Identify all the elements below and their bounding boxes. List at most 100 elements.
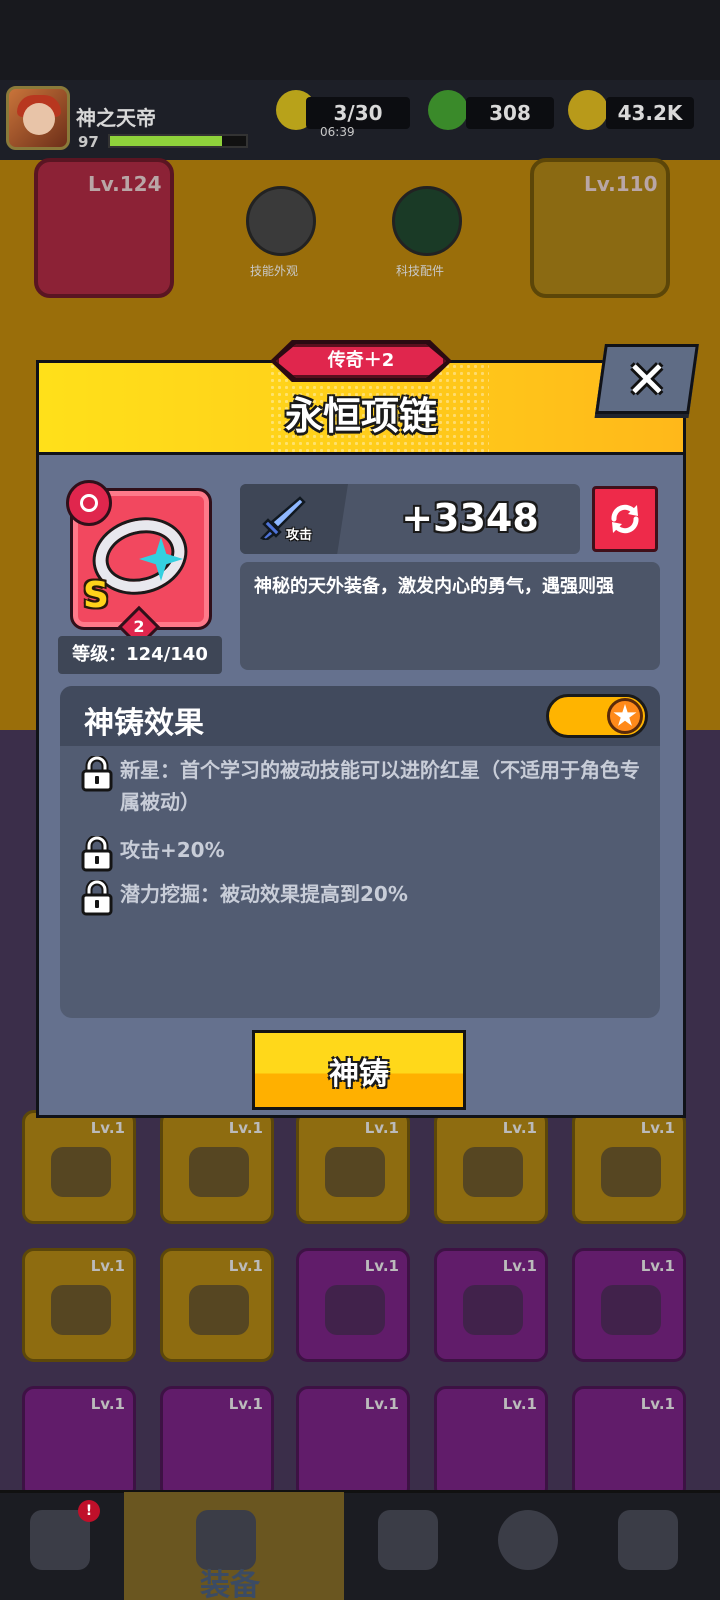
item-description: 神秘的天外装备，激发内心的勇气，遇强则强 bbox=[254, 576, 614, 597]
star-ball-icon bbox=[498, 1510, 558, 1570]
item-art bbox=[601, 1147, 661, 1197]
inventory-item[interactable]: Lv.1 bbox=[434, 1248, 548, 1362]
item-level: Lv.1 bbox=[228, 1395, 263, 1413]
forge-button-label: 神铸 bbox=[329, 1057, 389, 1092]
forge-toggle[interactable] bbox=[546, 694, 648, 738]
inventory-item[interactable]: Lv.1 bbox=[22, 1110, 136, 1224]
close-button[interactable]: ✕ bbox=[595, 344, 699, 414]
forge-effect-item: 新星：首个学习的被动技能可以进阶红星（不适用于角色专属被动） bbox=[80, 754, 640, 824]
close-icon: ✕ bbox=[625, 351, 668, 409]
refresh-icon bbox=[611, 504, 639, 534]
inventory-item[interactable]: Lv.1 bbox=[160, 1248, 274, 1362]
forge-effect-text: 新星：首个学习的被动技能可以进阶红星（不适用于角色专属被动） bbox=[120, 758, 640, 814]
stat-box: 攻击 +3348 bbox=[240, 484, 580, 554]
inventory-item[interactable]: Lv.1 bbox=[22, 1248, 136, 1362]
forge-panel-title: 神铸效果 bbox=[84, 706, 204, 741]
description-box: 神秘的天外装备，激发内心的勇气，遇强则强 bbox=[240, 562, 660, 670]
item-level: Lv.1 bbox=[640, 1395, 675, 1413]
item-level: Lv.1 bbox=[502, 1119, 537, 1137]
item-art bbox=[189, 1147, 249, 1197]
item-art bbox=[325, 1285, 385, 1335]
inventory-item[interactable]: Lv.1 bbox=[572, 1248, 686, 1362]
forge-effects-panel: 神铸效果 新星：首个学习的被动技能可以进阶红星（不适用于角色专属被动） 攻击+2… bbox=[60, 686, 660, 1018]
nav-shop[interactable] bbox=[2, 1492, 118, 1600]
lock-icon bbox=[81, 880, 113, 916]
status-bar-area bbox=[0, 0, 720, 80]
forge-effect-item: 攻击+20% bbox=[80, 834, 640, 872]
item-level: Lv.1 bbox=[502, 1257, 537, 1275]
nav-talent[interactable] bbox=[470, 1492, 586, 1600]
avatar-face bbox=[23, 103, 55, 135]
inventory-item[interactable]: Lv.1 bbox=[572, 1110, 686, 1224]
item-level: Lv.1 bbox=[90, 1395, 125, 1413]
item-grade: S bbox=[83, 575, 109, 616]
energy-timer: 06:39 bbox=[320, 125, 355, 139]
dna-icon bbox=[618, 1510, 678, 1570]
item-level: Lv.1 bbox=[364, 1257, 399, 1275]
nav-heroes[interactable] bbox=[350, 1492, 466, 1600]
stat-value: +3348 bbox=[401, 496, 539, 540]
star-icon bbox=[613, 704, 637, 726]
toggle-knob bbox=[607, 698, 643, 734]
crossed-swords-icon bbox=[378, 1510, 438, 1570]
item-level: Lv.1 bbox=[228, 1119, 263, 1137]
game-screen: 神之天帝 97 3/30 06:39 308 43.2K Lv.124 Lv.1… bbox=[0, 0, 720, 1600]
nav-shop-badge: ! bbox=[78, 1500, 100, 1522]
dialog-title: 永恒项链 bbox=[284, 394, 437, 438]
inventory-item[interactable]: Lv.1 bbox=[160, 1110, 274, 1224]
forge-button[interactable]: 神铸 bbox=[252, 1030, 466, 1110]
player-level: 97 bbox=[78, 133, 99, 151]
inventory-item[interactable]: Lv.1 bbox=[434, 1110, 548, 1224]
inventory-item[interactable]: Lv.1 bbox=[296, 1386, 410, 1500]
item-level: Lv.1 bbox=[640, 1119, 675, 1137]
coin-icon[interactable] bbox=[568, 90, 608, 130]
coin-count: 43.2K bbox=[606, 97, 694, 129]
inventory-item[interactable]: Lv.1 bbox=[434, 1386, 548, 1500]
nav-equipment-label: 装备 bbox=[200, 1568, 260, 1600]
inventory-item[interactable]: Lv.1 bbox=[22, 1386, 136, 1500]
item-art bbox=[325, 1147, 385, 1197]
necklace-slot-icon bbox=[66, 480, 112, 526]
item-level: Lv.1 bbox=[364, 1395, 399, 1413]
xp-bar-fill bbox=[110, 136, 222, 146]
inventory-item[interactable]: Lv.1 bbox=[296, 1110, 410, 1224]
lock-icon bbox=[81, 756, 113, 792]
tech-parts-icon[interactable] bbox=[392, 186, 462, 256]
gem-count: 308 bbox=[466, 97, 554, 129]
player-avatar[interactable] bbox=[6, 86, 70, 150]
item-level: Lv.1 bbox=[90, 1257, 125, 1275]
gem-icon[interactable] bbox=[428, 90, 468, 130]
item-level: Lv.1 bbox=[640, 1257, 675, 1275]
forge-effect-text: 攻击+20% bbox=[120, 838, 225, 862]
item-art bbox=[51, 1147, 111, 1197]
slot-ring bbox=[80, 494, 98, 512]
nav-evolve[interactable] bbox=[590, 1492, 706, 1600]
forge-effect-item: 潜力挖掘：被动效果提高到20% bbox=[80, 878, 640, 916]
stat-label: 攻击 bbox=[286, 528, 313, 543]
item-level: 等级：124/140 bbox=[58, 636, 222, 674]
slot-level: Lv.110 bbox=[584, 172, 658, 196]
xp-bar bbox=[108, 134, 248, 148]
equip-slot-weapon[interactable]: Lv.124 bbox=[34, 158, 174, 298]
refresh-button[interactable] bbox=[592, 486, 658, 552]
forge-panel-header: 神铸效果 bbox=[60, 686, 660, 746]
player-name: 神之天帝 bbox=[76, 106, 156, 130]
tech-parts-label: 科技配件 bbox=[396, 264, 445, 278]
item-level: Lv.1 bbox=[90, 1119, 125, 1137]
inventory-item[interactable]: Lv.1 bbox=[296, 1248, 410, 1362]
rarity-tag: 传奇＋2 bbox=[276, 344, 446, 378]
equip-slot-armor[interactable]: Lv.110 bbox=[530, 158, 670, 298]
lock-icon bbox=[81, 836, 113, 872]
item-art bbox=[189, 1285, 249, 1335]
item-level: Lv.1 bbox=[228, 1257, 263, 1275]
item-art bbox=[601, 1285, 661, 1335]
inventory-item[interactable]: Lv.1 bbox=[160, 1386, 274, 1500]
inventory-item[interactable]: Lv.1 bbox=[572, 1386, 686, 1500]
skill-skin-icon[interactable] bbox=[246, 186, 316, 256]
item-art bbox=[51, 1285, 111, 1335]
item-level: Lv.1 bbox=[364, 1119, 399, 1137]
forge-effect-text: 潜力挖掘：被动效果提高到20% bbox=[120, 882, 408, 906]
skill-skin-label: 技能外观 bbox=[250, 264, 299, 278]
item-art bbox=[463, 1285, 523, 1335]
item-level: Lv.1 bbox=[502, 1395, 537, 1413]
